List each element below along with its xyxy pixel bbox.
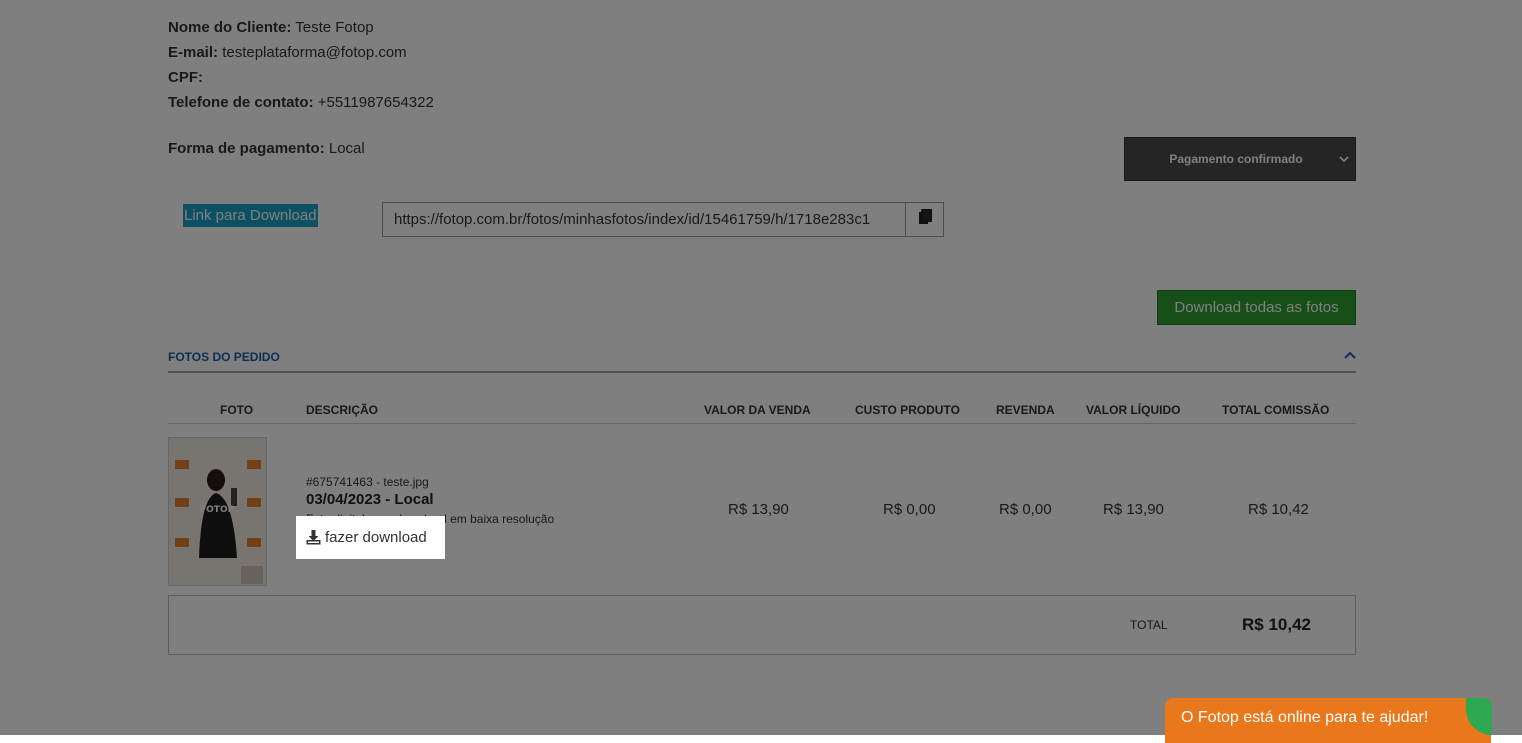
photo-file-id: #675741463 - teste.jpg bbox=[306, 475, 429, 489]
header-valor-liquido: VALOR LÍQUIDO bbox=[1086, 403, 1181, 417]
cell-total-comissao: R$ 10,42 bbox=[1248, 501, 1309, 518]
total-label: TOTAL bbox=[1130, 618, 1168, 632]
download-link-label: Link para Download bbox=[183, 204, 318, 227]
chat-widget-label: O Fotop está online para te ajudar! bbox=[1181, 709, 1429, 726]
payment-status-select[interactable]: Pagamento confirmado bbox=[1124, 137, 1356, 181]
header-foto: FOTO bbox=[220, 403, 254, 417]
header-custo-produto: CUSTO PRODUTO bbox=[855, 403, 960, 417]
customer-cpf: CPF: bbox=[168, 69, 203, 86]
copy-url-button[interactable] bbox=[905, 202, 944, 237]
cell-valor-liquido: R$ 13,90 bbox=[1103, 501, 1164, 518]
cell-custo-produto: R$ 0,00 bbox=[883, 501, 936, 518]
header-descricao: DESCRIÇÃO bbox=[306, 403, 379, 417]
header-divider bbox=[168, 423, 1356, 424]
copy-icon bbox=[918, 209, 932, 230]
customer-name-value: Teste Fotop bbox=[295, 19, 374, 36]
download-icon bbox=[306, 530, 321, 545]
photo-event: 03/04/2023 - Local bbox=[306, 491, 434, 508]
customer-name-label: Nome do Cliente: bbox=[168, 19, 292, 36]
payment-method: Forma de pagamento: Local bbox=[168, 140, 365, 157]
total-value: R$ 10,42 bbox=[1242, 615, 1311, 634]
customer-phone-label: Telefone de contato: bbox=[168, 94, 314, 111]
download-all-button[interactable]: Download todas as fotos bbox=[1157, 290, 1356, 325]
download-url-field[interactable]: https://fotop.com.br/fotos/minhasfotos/i… bbox=[382, 202, 906, 237]
section-title: FOTOS DO PEDIDO bbox=[168, 350, 280, 364]
payment-method-label: Forma de pagamento: bbox=[168, 140, 325, 157]
customer-phone: Telefone de contato: +5511987654322 bbox=[168, 94, 434, 111]
photo-thumbnail[interactable]: FOTOP bbox=[168, 437, 267, 586]
customer-email: E-mail: testeplataforma@fotop.com bbox=[168, 44, 407, 61]
customer-name: Nome do Cliente: Teste Fotop bbox=[168, 19, 374, 36]
customer-phone-value: +5511987654322 bbox=[317, 94, 434, 111]
chevron-down-icon bbox=[1333, 152, 1355, 166]
payment-method-value: Local bbox=[328, 140, 365, 157]
customer-email-label: E-mail: bbox=[168, 44, 219, 61]
cell-valor-venda: R$ 13,90 bbox=[728, 501, 789, 518]
payment-status-value: Pagamento confirmado bbox=[1169, 152, 1303, 166]
customer-cpf-label: CPF: bbox=[168, 69, 203, 86]
header-valor-venda: VALOR DA VENDA bbox=[704, 403, 811, 417]
cell-revenda: R$ 0,00 bbox=[999, 501, 1052, 518]
chevron-up-icon[interactable] bbox=[1342, 348, 1358, 362]
header-revenda: REVENDA bbox=[996, 403, 1055, 417]
customer-email-value: testeplataforma@fotop.com bbox=[222, 44, 407, 61]
chat-widget[interactable]: O Fotop está online para te ajudar! bbox=[1165, 698, 1491, 743]
total-row bbox=[168, 595, 1356, 655]
header-total-comissao: TOTAL COMISSÃO bbox=[1222, 403, 1330, 417]
section-divider bbox=[168, 371, 1356, 373]
thumbnail-watermark: FOTOP bbox=[200, 505, 235, 515]
photo-download-label: fazer download bbox=[325, 529, 427, 546]
photo-download-link[interactable]: fazer download bbox=[296, 516, 445, 559]
